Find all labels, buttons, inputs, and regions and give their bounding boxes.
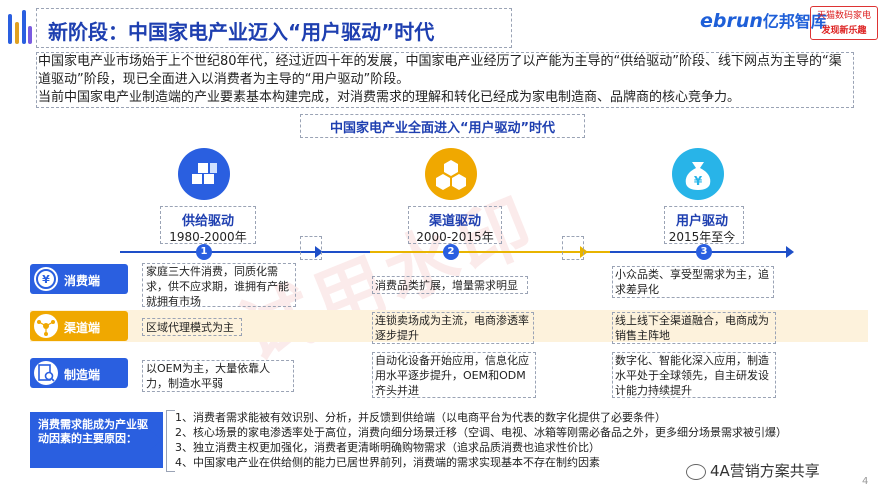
reason-item: 3、独立消费主权更加强化，消费者更清晰明确购物需求（追求品质消费也追求性价比） bbox=[175, 441, 600, 454]
reason-item: 1、消费者需求能被有效识别、分析，并反馈到供给端（以电商平台为代表的数字化提供了… bbox=[175, 411, 666, 424]
page-number: 4 bbox=[862, 476, 869, 487]
reasons-brace bbox=[166, 410, 175, 472]
footer-source: 4A营销方案共享 bbox=[686, 460, 820, 481]
footer-text: 4A营销方案共享 bbox=[710, 462, 820, 480]
wechat-icon bbox=[686, 463, 706, 480]
reason-item: 2、核心场景的家电渗透率处于高位，消费向细分场景迁移（空调、电视、冰箱等刚需必备… bbox=[175, 426, 787, 439]
